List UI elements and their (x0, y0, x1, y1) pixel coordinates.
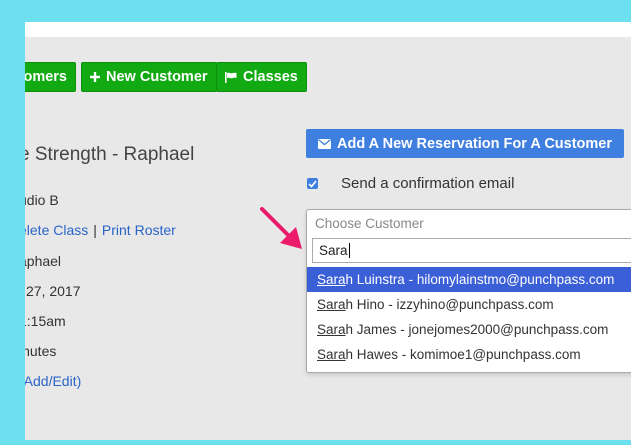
add-reservation-label: Add A New Reservation For A Customer (337, 135, 613, 152)
classes-nav-button[interactable]: Classes (216, 62, 307, 92)
customers-nav-button[interactable]: omers (25, 62, 76, 92)
option-rest: h James - jonejomes2000@punchpass.com (345, 322, 609, 337)
option-match: Sara (317, 272, 346, 287)
customer-option[interactable]: Sara h Luinstra - hilomylainstmo@punchpas… (307, 267, 631, 292)
confirmation-label: Send a confirmation email (341, 175, 515, 192)
option-match: Sara (317, 347, 346, 362)
customers-nav-label: omers (25, 69, 67, 85)
class-instructor: aphael (25, 253, 62, 269)
arrow-annotation-icon (260, 207, 302, 249)
add-edit-link[interactable]: (Add/Edit) (25, 373, 81, 389)
class-time: 1:15am (25, 313, 66, 329)
delete-class-link[interactable]: elete Class (25, 222, 88, 238)
customer-option[interactable]: Sara h Hawes - komimoe1@punchpass.com (307, 342, 631, 367)
top-bar (25, 22, 631, 37)
checkmark-icon (308, 179, 317, 188)
link-separator: | (93, 222, 97, 238)
class-duration: inutes (25, 343, 57, 359)
customer-search-value: Sara (319, 243, 348, 258)
add-edit-link-row: (Add/Edit) (25, 373, 81, 389)
add-reservation-button[interactable]: Add A New Reservation For A Customer (306, 129, 625, 158)
envelope-icon (318, 138, 331, 149)
customer-select-placeholder: Choose Customer (315, 216, 424, 231)
option-match: Sara (317, 297, 346, 312)
customer-search-input[interactable]: Sara (312, 238, 631, 263)
customer-option[interactable]: Sara h James - jonejomes2000@punchpass.co… (307, 317, 631, 342)
app-window: omers New Customer Classes e Strength - … (25, 22, 631, 440)
class-date: l 27, 2017 (25, 283, 81, 299)
new-customer-label: New Customer (106, 69, 208, 85)
new-customer-button[interactable]: New Customer (81, 62, 217, 92)
customer-select[interactable]: Choose Customer Sara Sara h Luinstra - hi… (306, 209, 631, 373)
customer-option[interactable]: Sara h Hino - izzyhino@punchpass.com (307, 292, 631, 317)
class-actions: elete Class | Print Roster (25, 222, 176, 238)
confirmation-checkbox[interactable] (307, 178, 318, 189)
option-rest: h Hawes - komimoe1@punchpass.com (345, 347, 581, 362)
option-rest: h Hino - izzyhino@punchpass.com (345, 297, 554, 312)
plus-icon (90, 72, 100, 82)
text-caret (348, 243, 350, 258)
print-roster-link[interactable]: Print Roster (102, 222, 176, 238)
class-room: udio B (25, 192, 59, 208)
classes-nav-label: Classes (243, 69, 298, 85)
option-rest: h Luinstra - hilomylainstmo@punchpass.co… (345, 272, 615, 287)
class-title: e Strength - Raphael (25, 144, 195, 165)
option-match: Sara (317, 322, 346, 337)
flag-icon (225, 71, 237, 83)
